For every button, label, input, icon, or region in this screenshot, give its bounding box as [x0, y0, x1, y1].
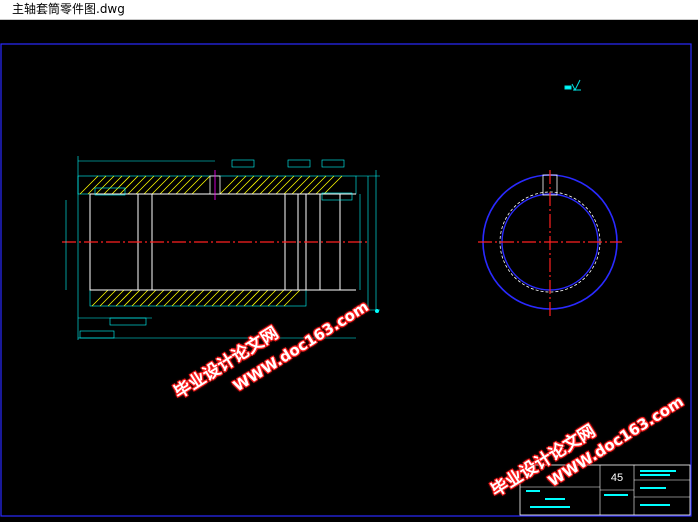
window-title-bar: 主轴套筒零件图.dwg: [0, 0, 698, 20]
sleeve-section-view: [62, 156, 380, 340]
material-label: 45: [611, 472, 623, 484]
hatch-bottom-wall: [89, 289, 307, 307]
sleeve-end-view: [478, 170, 622, 316]
window-title: 主轴套筒零件图.dwg: [12, 2, 125, 16]
cad-drawing-canvas[interactable]: 45 毕业设计论文网 WWW.doc163.com 毕业设计论文网 WWW.do…: [0, 20, 698, 518]
title-block: 45: [519, 464, 691, 516]
roughness-symbol: [564, 79, 581, 92]
